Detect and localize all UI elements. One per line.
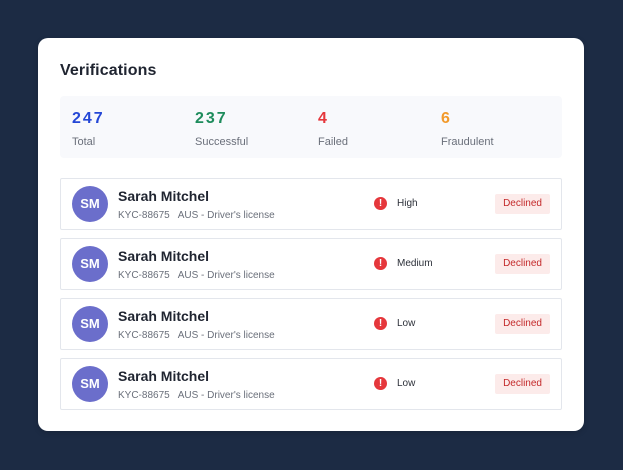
document-type: AUS - Driver's license [177,270,275,281]
verification-row[interactable]: SM Sarah Mitchel KYC-88675 AUS - Driver's… [60,298,562,350]
avatar: SM [72,246,108,282]
applicant-name: Sarah Mitchel [118,308,210,324]
alert-circle-icon: ! [374,377,387,390]
stat-total-label: Total [72,136,96,148]
risk-level: High [397,198,418,209]
alert-circle-icon: ! [374,197,387,210]
stat-fraudulent-value: 6 [441,110,452,127]
verification-row[interactable]: SM Sarah Mitchel KYC-88675 AUS - Driver's… [60,178,562,230]
stat-total-value: 247 [72,110,105,127]
verification-row[interactable]: SM Sarah Mitchel KYC-88675 AUS - Driver's… [60,358,562,410]
verification-id: KYC-88675 [118,210,170,221]
card-title: Verifications [60,62,157,79]
stats-panel: 247 Total 237 Successful 4 Failed 6 Frau… [60,96,562,158]
stat-failed-value: 4 [318,110,329,127]
document-type: AUS - Driver's license [177,330,275,341]
document-type: AUS - Driver's license [177,390,275,401]
alert-circle-icon: ! [374,257,387,270]
verifications-card: Verifications 247 Total 237 Successful 4… [38,38,584,431]
verification-list: SM Sarah Mitchel KYC-88675 AUS - Driver's… [60,178,562,418]
stat-failed-label: Failed [318,136,348,148]
stat-successful-label: Successful [195,136,249,148]
verification-row[interactable]: SM Sarah Mitchel KYC-88675 AUS - Driver's… [60,238,562,290]
stat-successful-value: 237 [195,110,228,127]
verification-meta: KYC-88675 AUS - Driver's license [118,270,275,281]
avatar: SM [72,186,108,222]
alert-circle-icon: ! [374,317,387,330]
stat-fraudulent-label: Fraudulent [441,136,494,148]
verification-meta: KYC-88675 AUS - Driver's license [118,210,275,221]
applicant-name: Sarah Mitchel [118,368,210,384]
avatar: SM [72,366,108,402]
verification-meta: KYC-88675 AUS - Driver's license [118,390,275,401]
risk-level: Low [397,378,416,389]
verification-meta: KYC-88675 AUS - Driver's license [118,330,275,341]
status-badge: Declined [495,314,550,334]
verification-id: KYC-88675 [118,330,170,341]
avatar: SM [72,306,108,342]
risk-level: Medium [397,258,433,269]
status-badge: Declined [495,374,550,394]
status-badge: Declined [495,254,550,274]
document-type: AUS - Driver's license [177,210,275,221]
status-badge: Declined [495,194,550,214]
applicant-name: Sarah Mitchel [118,248,210,264]
applicant-name: Sarah Mitchel [118,188,210,204]
risk-level: Low [397,318,416,329]
verification-id: KYC-88675 [118,390,170,401]
verification-id: KYC-88675 [118,270,170,281]
